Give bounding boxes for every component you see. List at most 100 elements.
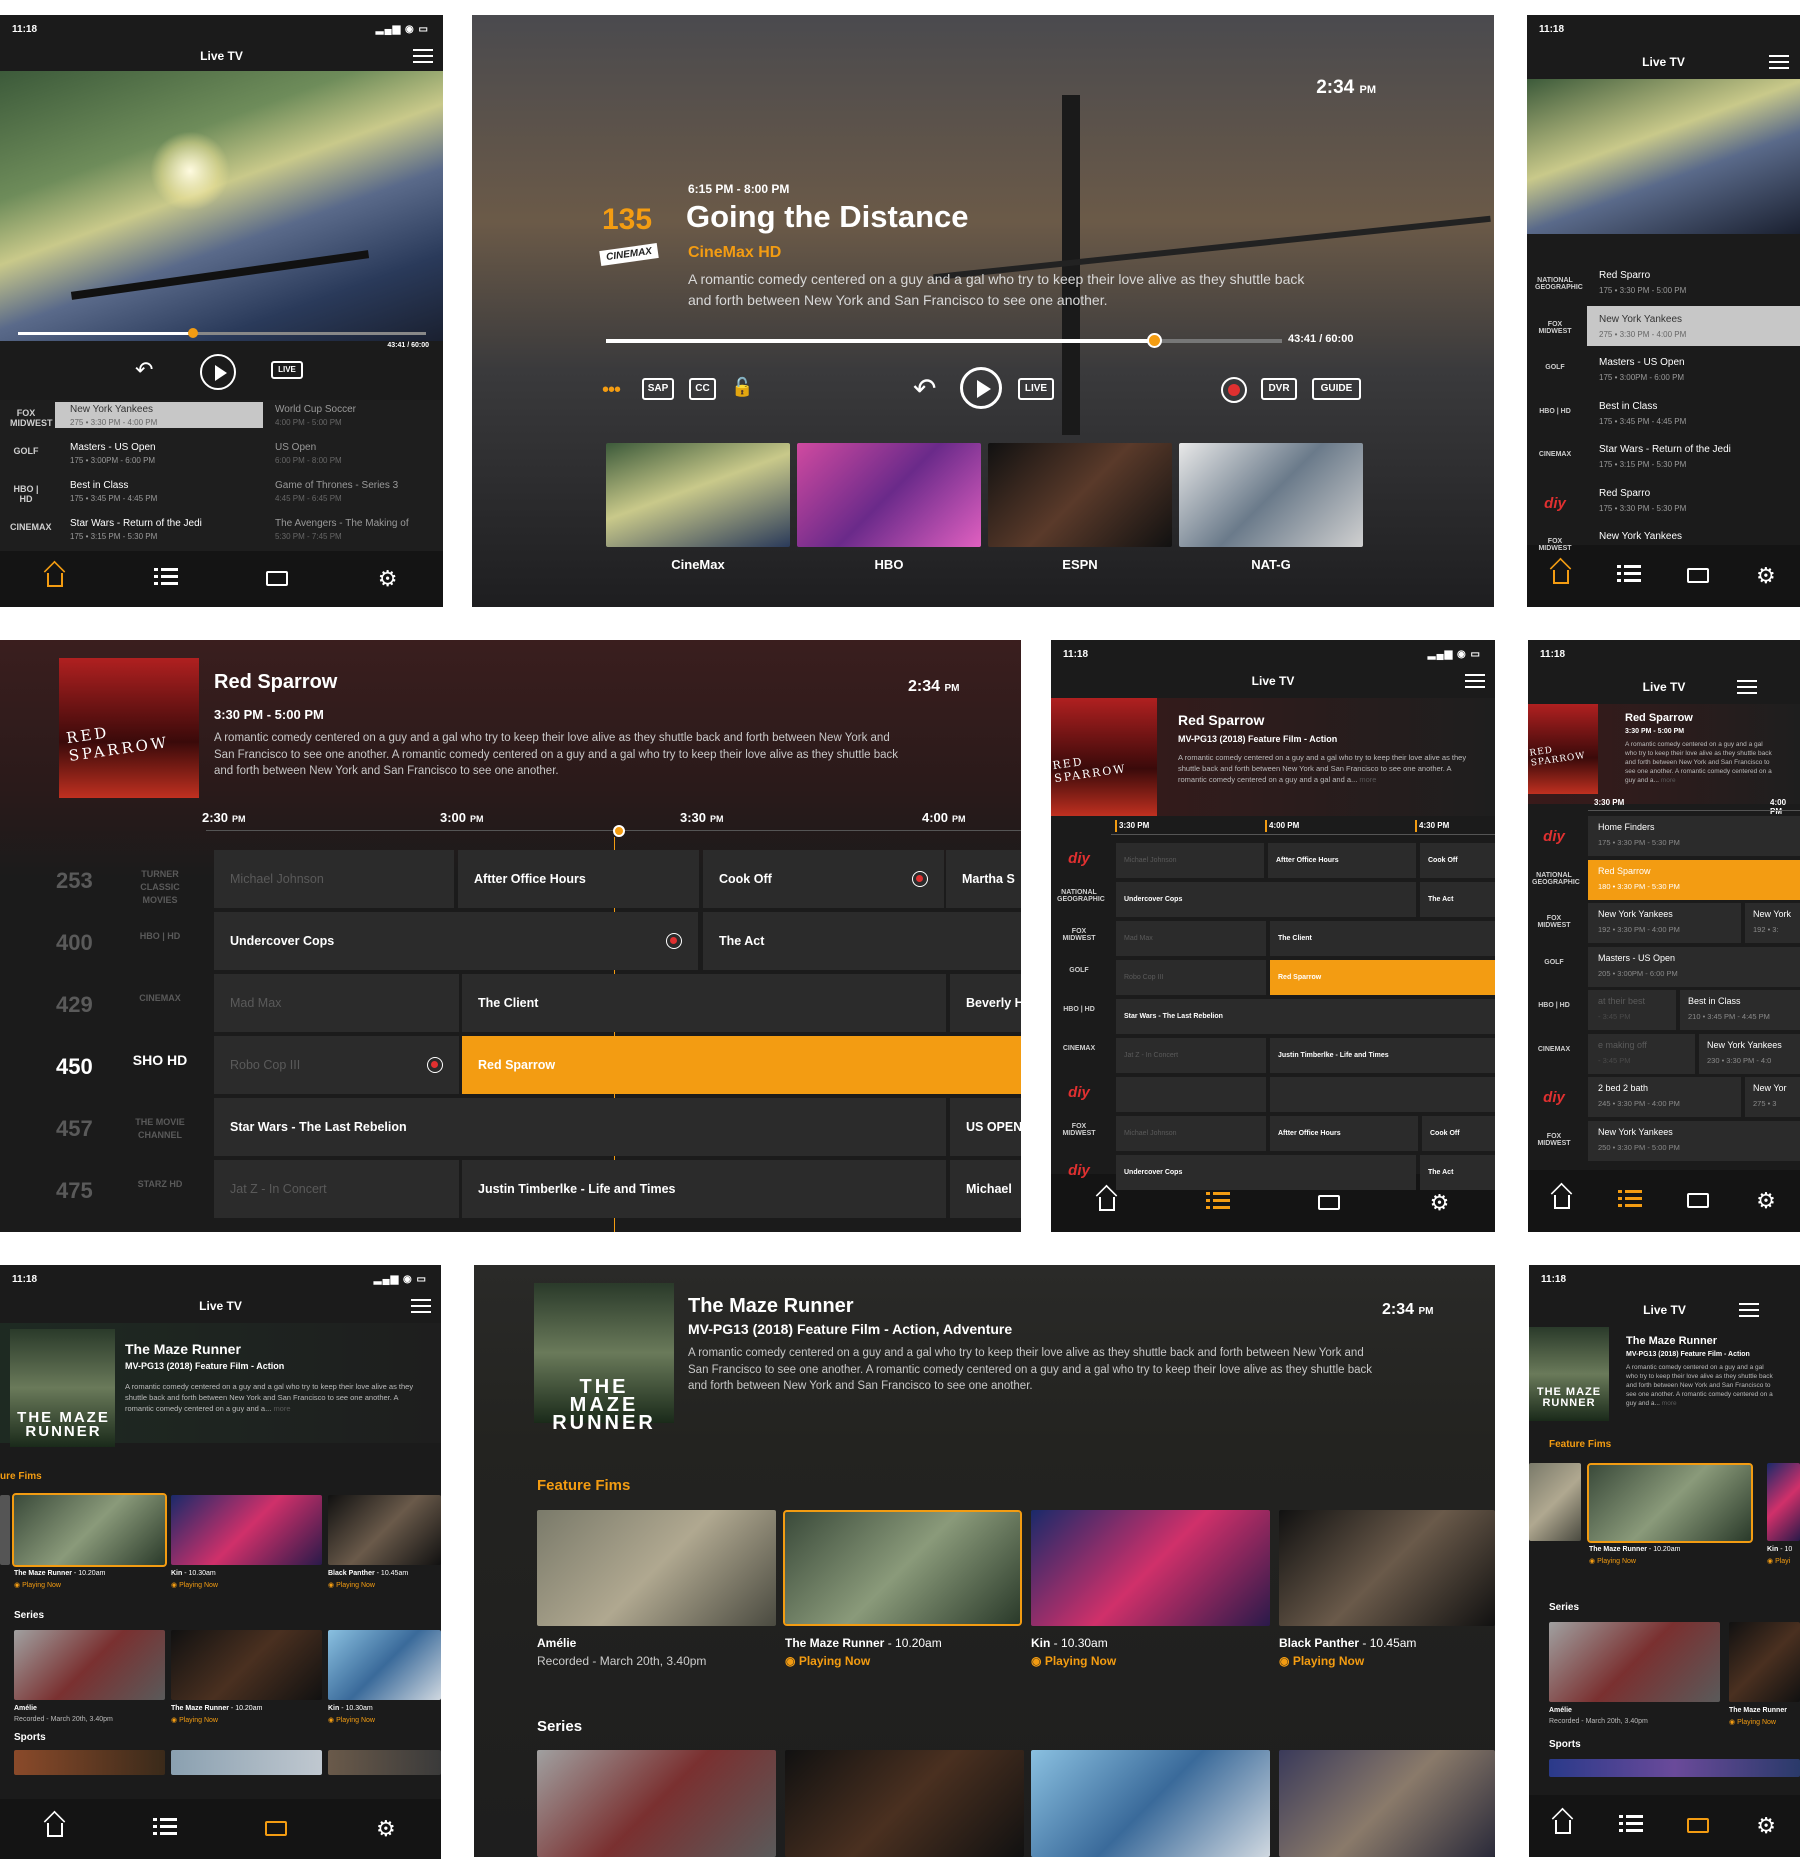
menu-icon[interactable] <box>1465 674 1485 688</box>
menu-icon[interactable] <box>1737 680 1757 694</box>
film-thumb[interactable] <box>1767 1463 1800 1541</box>
more-link[interactable]: more <box>273 1404 290 1413</box>
video-player[interactable] <box>1527 79 1800 234</box>
guide-cell[interactable]: Cook Off <box>1420 843 1495 878</box>
guide-cell[interactable]: Jat Z - In Concert <box>1116 1038 1266 1073</box>
guide-cell[interactable]: The Act <box>1420 882 1495 917</box>
guide-cell[interactable]: Cook Off <box>703 850 944 908</box>
next-program-title[interactable]: The Avengers - The Making of <box>275 518 409 529</box>
series-thumb[interactable] <box>171 1630 322 1700</box>
tab-home[interactable] <box>1542 1187 1582 1215</box>
progress-bar[interactable] <box>606 333 1282 348</box>
guide-cell[interactable]: New York 192 • 3: <box>1745 903 1800 943</box>
guide-cell[interactable]: The Act <box>703 912 1021 970</box>
guide-cell[interactable]: New York Yankees 230 • 3:30 PM - 4:0 <box>1699 1033 1800 1074</box>
poster[interactable]: THE MAZE RUNNER <box>1529 1327 1609 1421</box>
tab-library[interactable] <box>257 566 297 592</box>
guide-cell[interactable]: Aftter Office Hours <box>458 850 699 908</box>
tab-library[interactable] <box>256 1816 296 1842</box>
guide-cell[interactable]: Michael <box>950 1160 1021 1218</box>
sports-thumb[interactable] <box>328 1750 441 1775</box>
guide-cell[interactable]: The Client <box>462 974 946 1032</box>
program-title[interactable]: New York Yankees <box>1599 531 1682 542</box>
guide-button[interactable]: GUIDE <box>1312 378 1361 400</box>
film-thumb[interactable] <box>1279 1510 1495 1626</box>
sap-button[interactable]: SAP <box>642 378 674 400</box>
poster[interactable]: RED SPARROW <box>1051 698 1157 816</box>
poster[interactable]: RED SPARROW <box>59 658 199 798</box>
guide-cell[interactable]: Undercover Cops <box>1116 882 1416 917</box>
guide-cell[interactable]: Robo Cop III <box>1116 960 1266 995</box>
progress-handle[interactable] <box>1146 333 1162 348</box>
tab-guide[interactable] <box>1198 1190 1238 1216</box>
guide-cell[interactable]: at their best - 3:45 PM <box>1588 990 1676 1030</box>
tab-home[interactable] <box>1541 562 1581 590</box>
program-title[interactable]: Star Wars - Return of the Jedi <box>70 518 202 529</box>
program-title[interactable]: Red Sparro <box>1599 270 1650 281</box>
next-program-title[interactable]: US Open <box>275 442 316 453</box>
tab-settings[interactable]: ⚙ <box>1746 563 1786 589</box>
film-thumb[interactable] <box>328 1495 441 1565</box>
more-link[interactable]: more <box>1661 777 1676 784</box>
guide-cell[interactable]: Star Wars - The Last Rebelion <box>214 1098 946 1156</box>
guide-cell[interactable]: Jat Z - In Concert <box>214 1160 459 1218</box>
tab-home[interactable] <box>35 565 75 593</box>
tab-guide[interactable] <box>1610 1188 1650 1214</box>
tab-settings[interactable]: ⚙ <box>1746 1813 1786 1839</box>
sports-thumb[interactable] <box>171 1750 322 1775</box>
program-title[interactable]: Star Wars - Return of the Jedi <box>1599 444 1731 455</box>
guide-cell[interactable]: The Client <box>1270 921 1495 956</box>
guide-cell[interactable]: Home Finders 175 • 3:30 PM - 5:30 PM <box>1588 816 1800 856</box>
tab-home[interactable] <box>1543 1812 1583 1840</box>
guide-cell[interactable]: Michael Johnson <box>1116 1116 1266 1151</box>
film-thumb-selected[interactable] <box>12 1493 167 1567</box>
guide-cell[interactable]: Star Wars - The Last Rebelion <box>1116 999 1495 1034</box>
record-icon[interactable] <box>912 871 928 887</box>
series-thumb[interactable] <box>1549 1622 1720 1702</box>
series-thumb[interactable] <box>785 1750 1024 1857</box>
guide-cell[interactable]: Aftter Office Hours <box>1268 843 1416 878</box>
tab-settings[interactable]: ⚙ <box>1420 1190 1460 1216</box>
guide-cell[interactable]: Cook Off <box>1422 1116 1495 1151</box>
guide-cell[interactable]: Undercover Cops <box>1116 1155 1416 1190</box>
series-thumb[interactable] <box>1279 1750 1495 1857</box>
guide-cell[interactable]: Red Sparrow 180 • 3:30 PM - 5:30 PM <box>1588 859 1800 900</box>
video-player[interactable] <box>0 71 443 341</box>
guide-cell[interactable]: Mad Max <box>214 974 459 1032</box>
guide-cell[interactable]: Best in Class 210 • 3:45 PM - 4:45 PM <box>1680 990 1800 1030</box>
series-thumb[interactable] <box>328 1630 441 1700</box>
guide-cell[interactable]: Masters - US Open 205 • 3:00PM - 6:00 PM <box>1588 946 1800 987</box>
series-thumb[interactable] <box>1031 1750 1270 1857</box>
guide-cell[interactable]: Robo Cop III <box>214 1036 459 1094</box>
more-options-icon[interactable]: ••• <box>602 379 621 402</box>
next-program-title[interactable]: World Cup Soccer <box>275 404 356 415</box>
guide-cell[interactable] <box>1116 1077 1266 1112</box>
program-title[interactable]: Best in Class <box>70 480 128 491</box>
live-button[interactable]: LIVE <box>1018 378 1054 400</box>
guide-cell[interactable]: Beverly H <box>950 974 1021 1032</box>
guide-cell[interactable]: New York Yankees 192 • 3:30 PM - 4:00 PM <box>1588 903 1741 943</box>
tab-library[interactable] <box>1678 563 1718 589</box>
film-thumb-selected[interactable] <box>783 1510 1022 1626</box>
guide-cell[interactable]: e making off - 3:45 PM <box>1588 1033 1695 1074</box>
channel-thumb-natg[interactable] <box>1179 443 1363 547</box>
guide-cell[interactable]: Martha S <box>946 850 1021 908</box>
guide-cell[interactable]: Undercover Cops <box>214 912 698 970</box>
series-thumb[interactable] <box>537 1750 776 1857</box>
series-thumb[interactable] <box>1729 1622 1800 1702</box>
tab-library[interactable] <box>1678 1813 1718 1839</box>
guide-cell[interactable]: Justin Timberlke - Life and Times <box>1270 1038 1495 1073</box>
tab-guide[interactable] <box>145 1816 185 1842</box>
guide-cell[interactable]: 2 bed 2 bath 245 • 3:30 PM - 4:00 PM <box>1588 1077 1741 1117</box>
guide-cell[interactable]: Michael Johnson <box>214 850 454 908</box>
tab-settings[interactable]: ⚙ <box>1746 1188 1786 1214</box>
sports-thumb[interactable] <box>1549 1759 1800 1777</box>
menu-icon[interactable] <box>1769 55 1789 69</box>
guide-cell[interactable]: Red Sparrow <box>1270 960 1495 995</box>
channel-thumb-cinemax[interactable] <box>606 443 790 547</box>
program-title[interactable]: Best in Class <box>1599 401 1657 412</box>
record-icon[interactable] <box>427 1057 443 1073</box>
film-thumb[interactable] <box>1031 1510 1270 1626</box>
tab-guide[interactable] <box>1609 563 1649 589</box>
tab-library[interactable] <box>1309 1190 1349 1216</box>
